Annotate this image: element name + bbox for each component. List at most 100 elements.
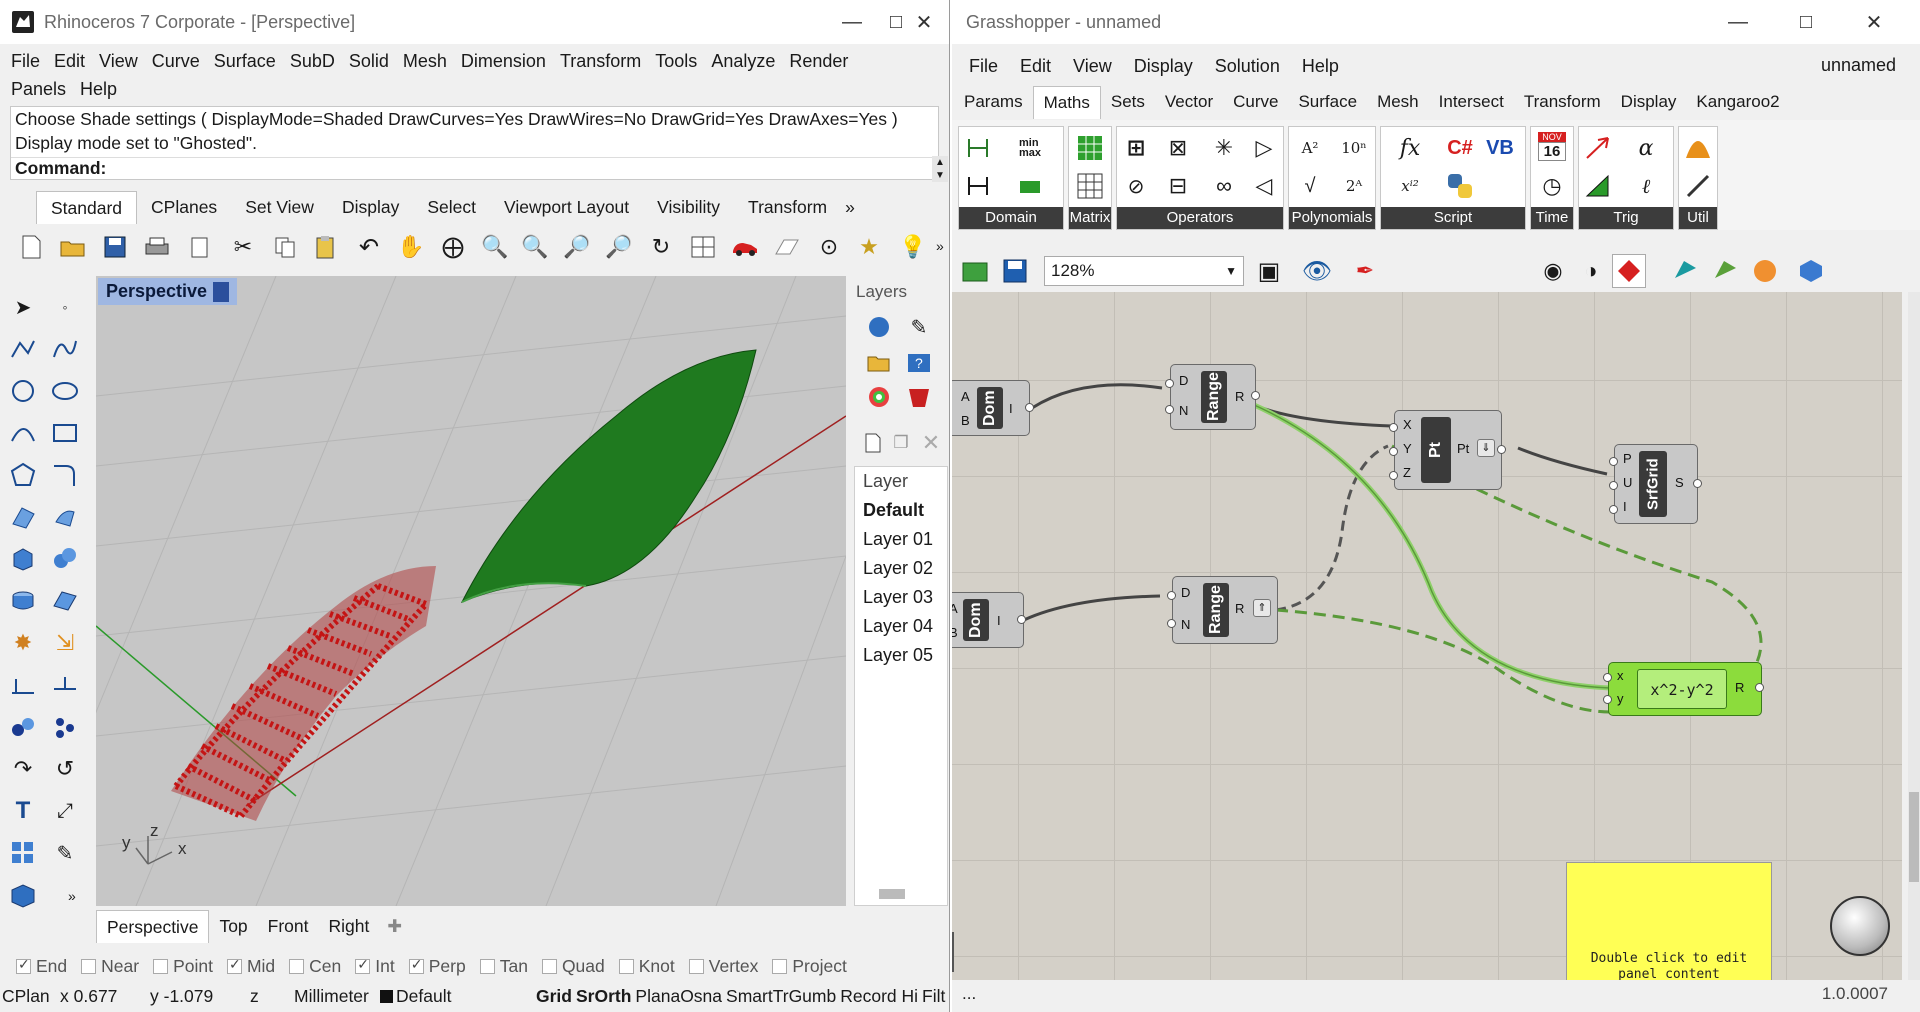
gh-menu-file[interactable]: File (962, 52, 1005, 82)
osnap-checkbox[interactable] (289, 958, 305, 974)
osnap-checkbox[interactable] (618, 958, 634, 974)
osnap-point[interactable]: Point (153, 956, 213, 977)
print-icon[interactable] (140, 230, 174, 264)
layer-material-icon[interactable] (902, 380, 936, 414)
osnap-checkbox[interactable] (153, 958, 169, 974)
menu-curve[interactable]: Curve (145, 47, 207, 75)
output-grip[interactable] (1025, 403, 1034, 412)
scale-icon[interactable]: ⤢ (48, 794, 82, 828)
zoom-icon[interactable]: 🔍 (478, 230, 512, 264)
add-viewport-tab-icon[interactable]: ✚ (379, 910, 410, 943)
viewport-menu-icon[interactable] (213, 282, 230, 303)
close-icon[interactable]: ✕ (1852, 0, 1896, 44)
import-icon[interactable] (182, 230, 216, 264)
group-polynomials-label[interactable]: Polynomials (1289, 207, 1375, 229)
preview-quality-icon[interactable] (1708, 254, 1742, 288)
layer-folder-icon[interactable] (862, 346, 896, 380)
osnap-knot[interactable]: Knot (618, 956, 675, 977)
shaded-preview-icon[interactable]: ◑ (1574, 254, 1608, 288)
save-icon[interactable] (98, 230, 132, 264)
output-grip[interactable] (1017, 615, 1026, 624)
select-arrow-icon[interactable]: ➤ (6, 290, 40, 324)
linear-dim-icon[interactable] (48, 668, 82, 702)
input-grip[interactable] (1603, 695, 1612, 704)
display-matrix-icon[interactable] (1075, 171, 1105, 201)
plane-icon[interactable] (48, 584, 82, 618)
four-viewports-icon[interactable] (686, 230, 720, 264)
menu-solid[interactable]: Solid (342, 47, 396, 75)
osnap-checkbox[interactable] (81, 958, 97, 974)
subtraction-icon[interactable]: ⊟ (1163, 171, 1193, 201)
osnap-near[interactable]: Near (81, 956, 139, 977)
power-of-ten-icon[interactable]: 10ⁿ (1339, 133, 1369, 163)
layer-item[interactable]: Layer 03 (855, 583, 947, 612)
boolean-icon[interactable]: ✸ (6, 626, 40, 660)
flatten-arrow-icon[interactable]: ⇓ (1477, 439, 1495, 457)
layer-color-wheel-icon[interactable] (862, 380, 896, 414)
filter-toggle[interactable]: Filt (922, 986, 945, 1007)
cut-icon[interactable]: ✂ (226, 230, 260, 264)
gh-tab-sets[interactable]: Sets (1101, 86, 1155, 119)
addition-icon[interactable]: ⊞ (1121, 133, 1151, 163)
lightbulb-icon[interactable]: 💡 (896, 230, 930, 264)
mass-addition-icon[interactable]: ✳ (1209, 133, 1239, 163)
sine-icon[interactable] (1583, 133, 1613, 163)
osnap-checkbox[interactable] (16, 956, 31, 974)
input-grip[interactable] (1609, 457, 1618, 466)
rotate-view-icon[interactable]: ⨁ (436, 230, 470, 264)
input-grip[interactable] (1389, 423, 1398, 432)
extrude-icon[interactable] (48, 500, 82, 534)
osnap-icon[interactable]: ★ (852, 230, 886, 264)
construct-domain-component[interactable]: A B Dom I (952, 592, 1026, 648)
remap-icon[interactable] (1015, 171, 1045, 201)
panel-component[interactable]: Double click to edit panel content (1566, 862, 1772, 982)
more-tabs-button[interactable]: » (841, 191, 859, 224)
multiplication-icon[interactable]: ⊠ (1163, 133, 1193, 163)
output-grip[interactable] (1251, 391, 1260, 400)
osnap-cen[interactable]: Cen (289, 956, 341, 977)
range-component[interactable]: D N Range R ⇑ (1167, 576, 1278, 644)
vp-tab-top[interactable]: Top (209, 910, 257, 943)
python-icon[interactable] (1445, 171, 1475, 201)
layer-item-default[interactable]: Default (855, 496, 947, 525)
flow-icon[interactable]: ✎ (48, 836, 82, 870)
menu-dimension[interactable]: Dimension (454, 47, 553, 75)
paste-icon[interactable] (308, 230, 342, 264)
gh-tab-surface[interactable]: Surface (1288, 86, 1367, 119)
group-domain-label[interactable]: Domain (959, 207, 1063, 229)
gate-icon[interactable] (1683, 133, 1713, 163)
curve-icon[interactable] (48, 332, 82, 366)
osnap-vertex[interactable]: Vertex (688, 956, 758, 977)
command-prompt[interactable]: Command: (11, 157, 938, 179)
smarttrack-toggle[interactable]: SmartTr (726, 986, 789, 1007)
vp-tab-perspective[interactable]: Perspective (96, 910, 210, 943)
fillet-icon[interactable] (48, 458, 82, 492)
osnap-project[interactable]: Project (772, 956, 847, 977)
more-tools-chevron[interactable]: » (936, 238, 944, 254)
group-icon[interactable] (6, 710, 40, 744)
gh-tab-kangaroo2[interactable]: Kangaroo2 (1686, 86, 1789, 119)
gh-tab-curve[interactable]: Curve (1223, 86, 1288, 119)
rotate-icon[interactable]: ↻ (644, 230, 678, 264)
record-history-toggle[interactable]: Record Hi (840, 986, 918, 1007)
menu-view[interactable]: View (92, 47, 145, 75)
division-icon[interactable]: ⊘ (1121, 171, 1151, 201)
layer-item[interactable]: Layer 01 (855, 525, 947, 554)
layer-item[interactable]: Layer 05 (855, 641, 947, 670)
construct-domain-component[interactable]: A B Dom I (952, 380, 1034, 436)
smooth-icon[interactable] (1683, 171, 1713, 201)
osnap-checkbox[interactable] (772, 958, 788, 974)
tab-transform[interactable]: Transform (734, 191, 841, 224)
tab-visibility[interactable]: Visibility (643, 191, 734, 224)
minimize-icon[interactable]: — (1716, 0, 1760, 44)
input-grip[interactable] (1389, 447, 1398, 456)
input-grip[interactable] (1609, 481, 1618, 490)
selected-preview-icon[interactable] (1612, 254, 1646, 288)
array-icon[interactable] (6, 836, 40, 870)
circle-icon[interactable] (6, 374, 40, 408)
layer-help-icon[interactable]: ? (902, 346, 936, 380)
tab-standard[interactable]: Standard (36, 191, 138, 224)
radians-icon[interactable]: ℓ (1631, 171, 1661, 201)
menu-panels[interactable]: Panels (4, 75, 73, 103)
power-of-two-icon[interactable]: 2ᴬ (1339, 171, 1369, 201)
